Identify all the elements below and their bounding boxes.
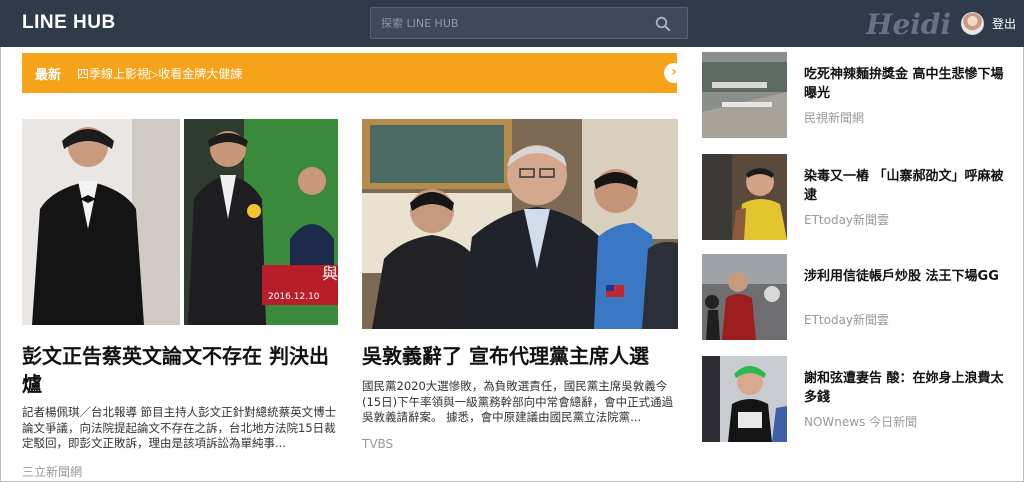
svg-text:與: 與 (322, 264, 338, 283)
photo-caption: 2016.12.10 (268, 292, 320, 302)
side-news-photo[interactable] (702, 254, 787, 340)
side-news-source: 民視新聞網 (804, 111, 865, 125)
side-news-source: ETtoday新聞雲 (804, 313, 890, 327)
article-source: TVBS (362, 437, 394, 451)
side-news-title[interactable]: 謝和弦遭妻告 酸：在妳身上浪費太多錢 (804, 369, 1009, 407)
article-source: 三立新聞網 (22, 465, 83, 479)
article-desc: 記者楊佩琪／台北報導 節目主持人彭文正針對總統蔡英文博士論文爭議，向法院提起論文… (22, 405, 337, 450)
article-desc: 國民黨2020大選慘敗，為負敗選責任，國民黨主席吳敦義今(15日)下午率領與一級… (362, 379, 674, 424)
side-news-photo[interactable] (702, 52, 787, 138)
user-avatar[interactable] (961, 12, 984, 35)
chevron-right-icon[interactable]: › (664, 63, 684, 83)
top-bar: LINE HUB Heidi 登出 (0, 0, 1024, 47)
article-photo[interactable] (362, 119, 678, 329)
side-news-item[interactable]: 謝和弦遭妻告 酸：在妳身上浪費太多錢 NOWnews 今日新聞 (702, 356, 1012, 444)
site-logo[interactable]: LINE HUB (22, 12, 116, 34)
side-news-source: NOWnews 今日新聞 (804, 415, 918, 429)
search-icon[interactable] (655, 16, 671, 32)
banner-tag: 最新 (35, 68, 62, 83)
article-title[interactable]: 吳敦義辭了 宣布代理黨主席人選 (362, 342, 682, 370)
side-news-source: ETtoday新聞雲 (804, 213, 890, 227)
search-box[interactable] (370, 7, 688, 39)
side-news-title[interactable]: 吃死神辣麵拚獎金 高中生悲慘下場曝光 (804, 65, 1009, 103)
side-news-title[interactable]: 涉利用信徒帳戶炒股 法王下場GG (804, 267, 1009, 286)
article-photo[interactable]: 與 2016.12.10 (22, 119, 338, 325)
banner-text[interactable]: 四季線上影視▷收看金牌大健諫 (77, 65, 242, 82)
side-news-photo[interactable] (702, 154, 787, 240)
signature-watermark: Heidi (866, 8, 952, 41)
side-news-item[interactable]: 涉利用信徒帳戶炒股 法王下場GG ETtoday新聞雲 (702, 254, 1012, 342)
side-news-title[interactable]: 染毒又一樁 「山寨郝劭文」呼麻被逮 (804, 167, 1009, 205)
logout-link[interactable]: 登出 (992, 15, 1016, 32)
article-title[interactable]: 彭文正告蔡英文論文不存在 判決出爐 (22, 342, 342, 398)
latest-banner[interactable]: 最新 四季線上影視▷收看金牌大健諫 › (22, 53, 684, 93)
side-news-photo[interactable] (702, 356, 787, 442)
side-news-item[interactable]: 吃死神辣麵拚獎金 高中生悲慘下場曝光 民視新聞網 (702, 52, 1012, 140)
search-input[interactable] (371, 8, 651, 38)
side-news-item[interactable]: 染毒又一樁 「山寨郝劭文」呼麻被逮 ETtoday新聞雲 (702, 154, 1012, 242)
